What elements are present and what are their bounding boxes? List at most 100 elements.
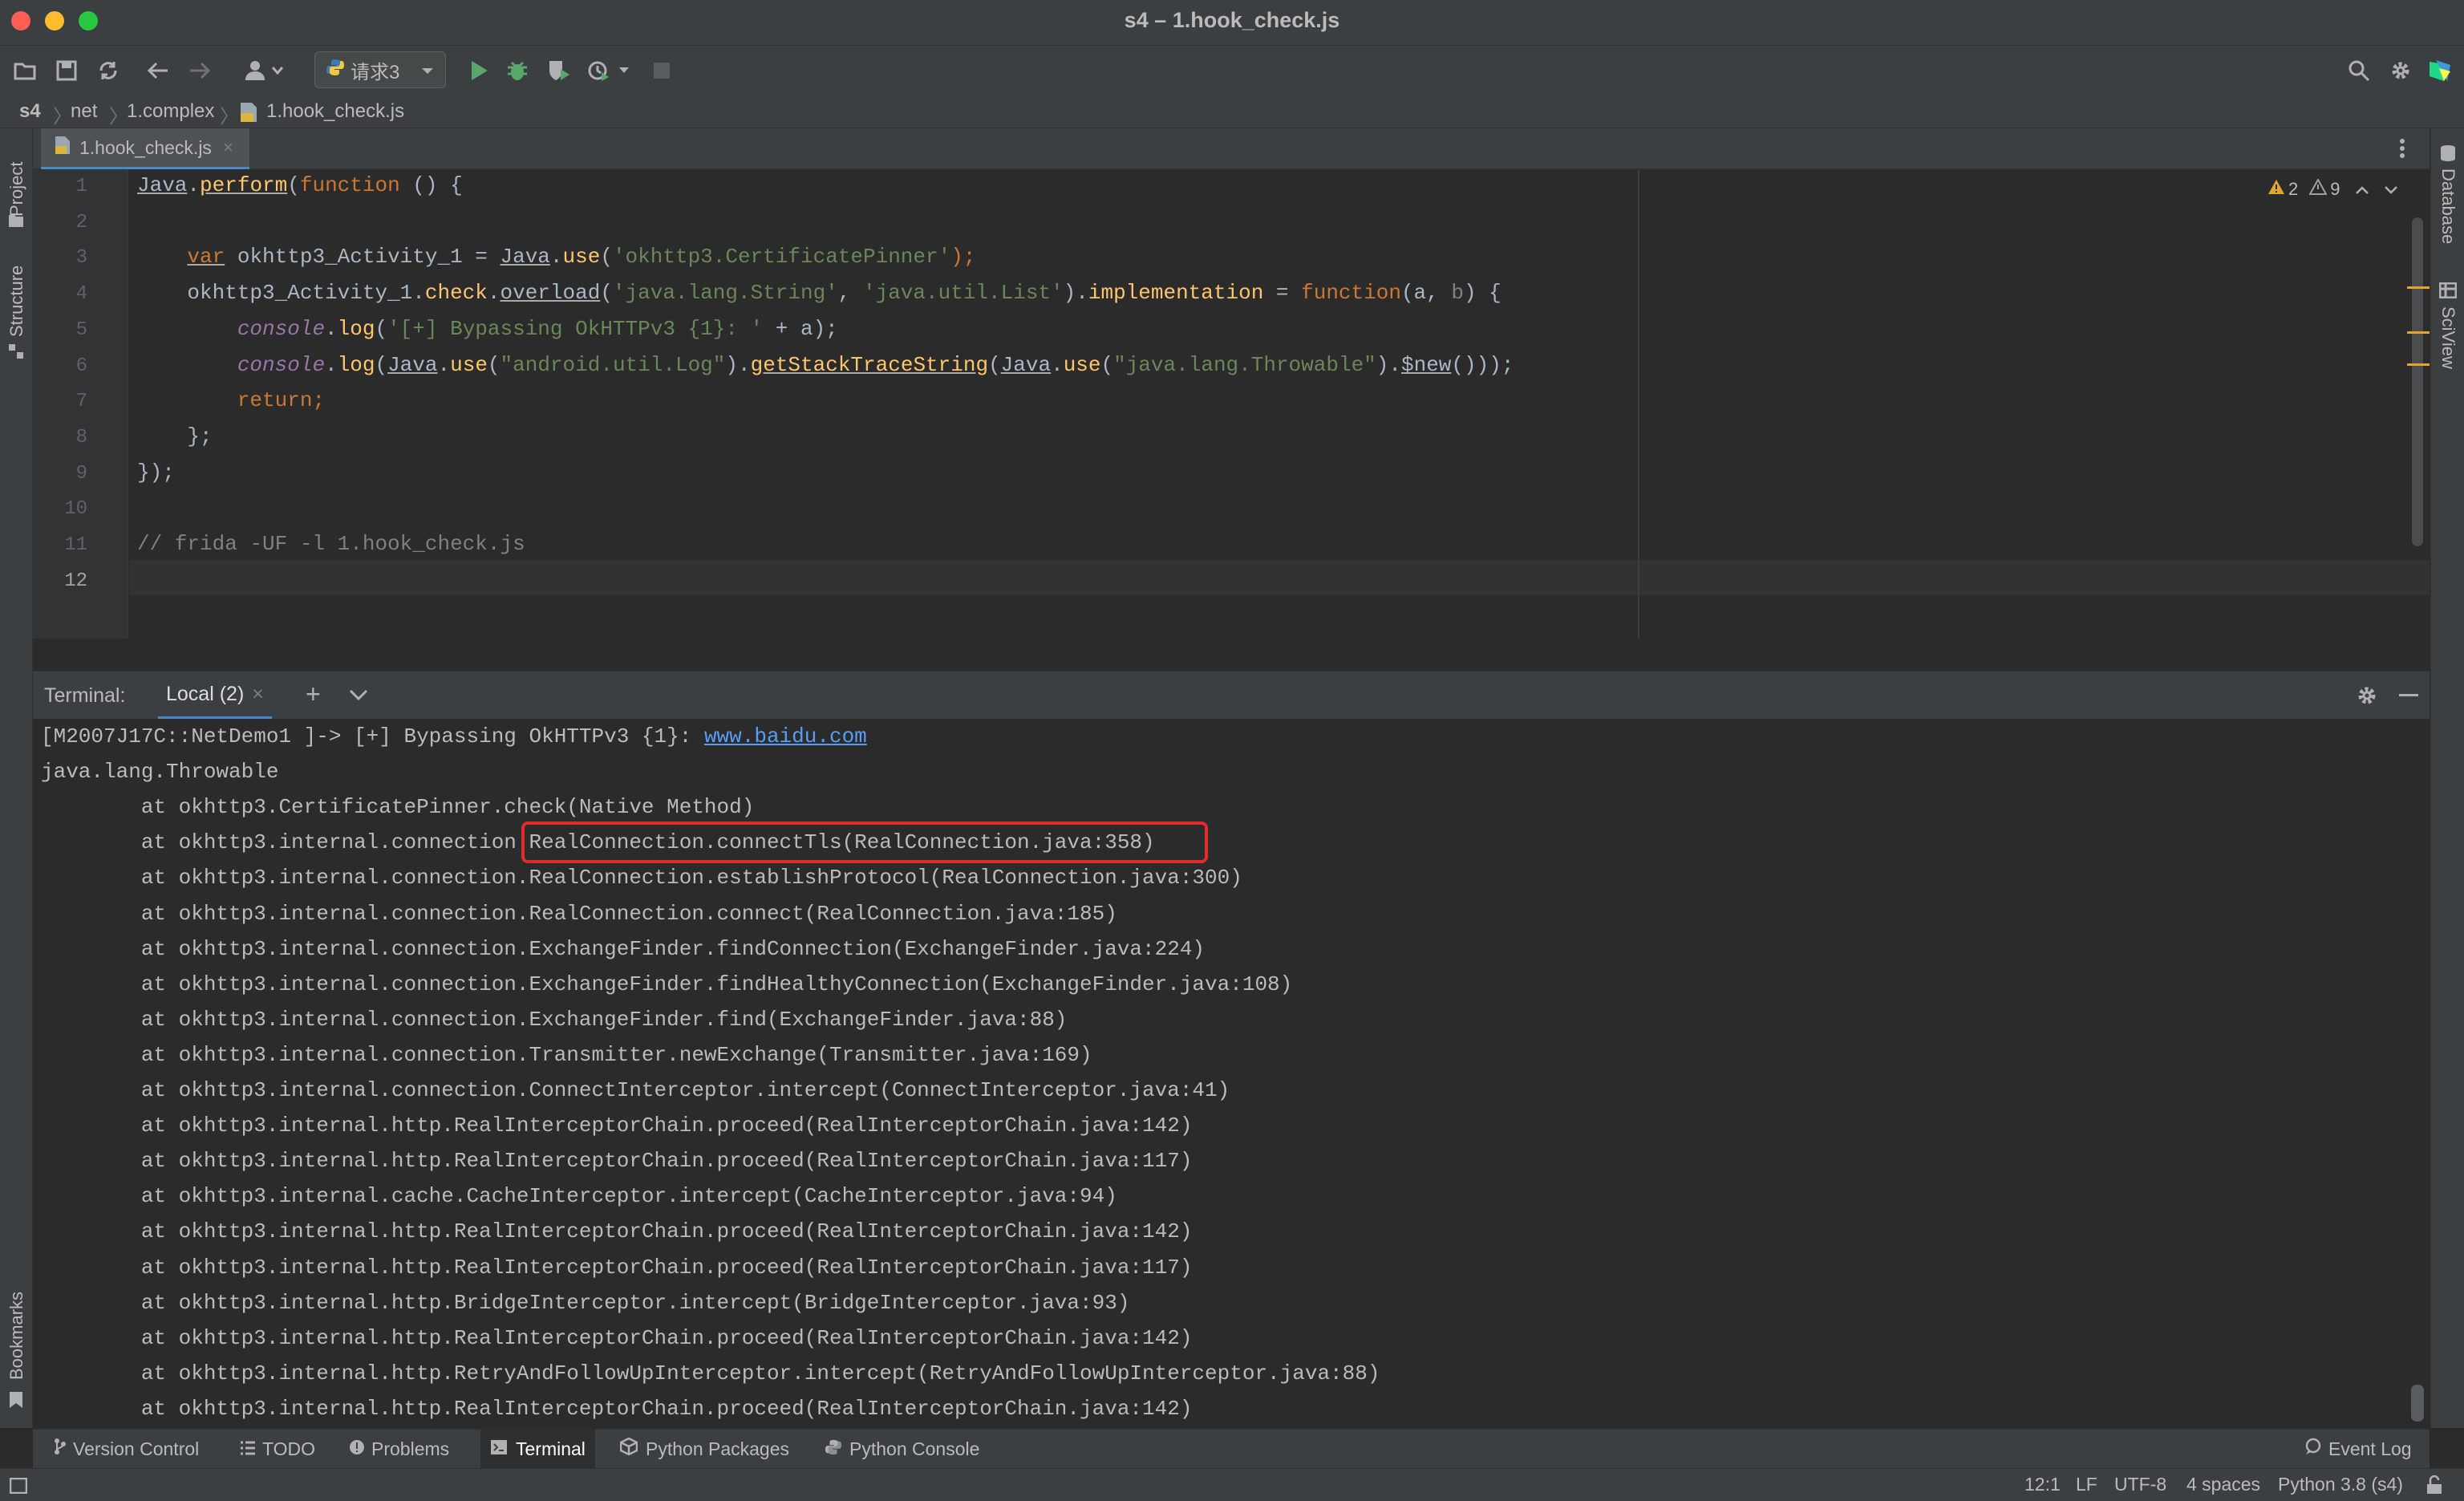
panel-toggle-icon[interactable] [9,1477,28,1499]
chevron-down-icon[interactable] [2384,179,2398,200]
code-token: ). [1063,281,1088,306]
line-number: 2 [75,211,87,233]
python-icon [326,59,344,82]
profile-icon[interactable] [586,54,637,87]
terminal-link[interactable]: www.baidu.com [704,724,867,748]
code-line: return; [137,383,325,418]
code-line: }; [137,419,212,454]
terminal-line: at okhttp3.internal.http.RealInterceptor… [41,1114,1193,1138]
gear-icon[interactable] [2387,54,2414,87]
stop-icon[interactable] [648,54,675,87]
todo-tool-button[interactable]: TODO [240,1430,315,1468]
code-token: + a); [763,316,838,341]
line-number: 6 [75,355,87,377]
event-log-tool-button[interactable]: Event Log [2304,1430,2412,1468]
code-token: . [325,316,338,341]
sync-icon[interactable] [95,54,122,87]
code-token: log [337,316,375,341]
right-margin-guide [1638,169,1639,639]
terminal-line: at okhttp3.CertificatePinner.check(Nativ… [41,795,755,820]
python-interpreter[interactable]: Python 3.8 (s4) [2278,1474,2403,1495]
chevron-up-icon[interactable] [2355,179,2369,200]
code-token: . [549,245,563,270]
save-icon[interactable] [53,54,80,87]
indentation[interactable]: 4 spaces [2186,1474,2260,1495]
line-number: 1 [75,176,87,197]
code-line: // frida -UF -l 1.hook_check.js [137,526,525,562]
warning-stripe-marker[interactable] [2407,363,2430,366]
open-folder-icon[interactable] [11,54,38,87]
code-token: log [337,352,375,377]
code-token: perform [200,173,288,197]
code-token: ; [312,388,326,413]
structure-tool-button[interactable]: Structure [6,266,27,337]
terminal-output[interactable]: [M2007J17C::NetDemo1 ]-> [+] Bypassing O… [33,719,2430,1428]
editor-tab-hook-check[interactable]: 1.hook_check.js × [41,128,249,170]
code-token: use [562,245,601,270]
version-control-label: Version Control [73,1438,200,1459]
forward-arrow-icon[interactable] [186,54,213,87]
warning-stripe-marker[interactable] [2407,286,2430,289]
run-configuration-select[interactable]: 请求3 [314,51,446,88]
chevron-down-icon [421,59,434,81]
python-packages-tool-button[interactable]: Python Packages [619,1430,789,1468]
code-token: okhttp3_Activity_1 = [225,245,500,270]
back-arrow-icon[interactable] [144,54,172,87]
close-tab-icon[interactable]: × [252,683,264,706]
editor-scrollbar[interactable] [2412,217,2423,546]
tool-window-bar: Version Control TODO Problems Terminal P… [33,1429,2430,1468]
terminal-line: at okhttp3.internal.connection.ExchangeF… [41,936,1206,961]
run-icon[interactable] [465,54,492,87]
run-with-coverage-icon[interactable] [545,54,573,87]
speech-bubble-icon [2304,1438,2322,1460]
inspection-widget[interactable]: 2 9 [2267,177,2398,200]
code-token: use [1063,352,1101,377]
code-token: check [424,281,488,306]
code-token: $new [1401,352,1452,377]
version-control-tool-button[interactable]: Version Control [54,1430,199,1468]
breadcrumb-item-folder[interactable]: 1.complex [127,100,214,123]
terminal-tool-button[interactable]: Terminal [480,1430,595,1468]
code-token: "android.util.Log" [500,352,726,377]
terminal-line: at okhttp3.internal.http.RealInterceptor… [41,1219,1193,1244]
sciview-label: SciView [2438,306,2458,369]
jetbrains-toolbox-icon[interactable] [2424,54,2456,87]
breadcrumb-item-file[interactable]: 1.hook_check.js [266,100,404,123]
code-token: ( [600,245,613,270]
line-separator[interactable]: LF [2076,1474,2097,1495]
code-token: return [237,388,313,413]
sciview-tool-button[interactable]: SciView [2438,306,2458,369]
terminal-scrollbar[interactable] [2411,1385,2424,1422]
window-title: s4 – 1.hook_check.js [1124,8,1340,32]
run-configuration-label: 请求3 [351,61,400,83]
cursor-position[interactable]: 12:1 [2024,1474,2061,1495]
code-line: console.log(Java.use("android.util.Log")… [137,347,1514,383]
bookmarks-label: Bookmarks [6,1291,26,1380]
code-editor[interactable]: Java.perform(function () { var okhttp3_A… [33,169,2430,639]
more-options-icon[interactable] [2399,138,2405,163]
close-tab-icon[interactable]: × [223,137,233,158]
code-token: ( [487,352,500,377]
bookmarks-tool-button[interactable]: Bookmarks [6,1292,27,1380]
code-token: console [237,352,326,377]
debug-icon[interactable] [504,54,531,87]
breadcrumb-item-s4[interactable]: s4 [19,100,41,123]
warning-stripe-marker[interactable] [2407,331,2430,334]
terminal-icon [490,1438,508,1460]
terminal-line: at okhttp3.internal.connection.ExchangeF… [41,972,1293,996]
file-encoding[interactable]: UTF-8 [2114,1474,2166,1495]
project-tool-button[interactable]: Project [6,162,27,217]
terminal-tab-local[interactable]: Local (2) × [158,671,272,720]
chevron-down-icon[interactable] [349,689,368,706]
breadcrumb-item-net[interactable]: net [71,100,97,123]
search-icon[interactable] [2345,54,2373,87]
problems-tool-button[interactable]: Problems [349,1430,449,1468]
minimize-panel-icon[interactable] [2399,694,2418,696]
unlock-icon[interactable] [2426,1475,2443,1499]
python-console-tool-button[interactable]: Python Console [825,1430,979,1468]
gear-icon[interactable] [2356,684,2378,711]
user-account-icon[interactable] [241,54,287,87]
database-tool-button[interactable]: Database [2438,168,2458,244]
weak-warning-count: 9 [2330,179,2340,199]
new-terminal-icon[interactable]: + [306,680,321,709]
